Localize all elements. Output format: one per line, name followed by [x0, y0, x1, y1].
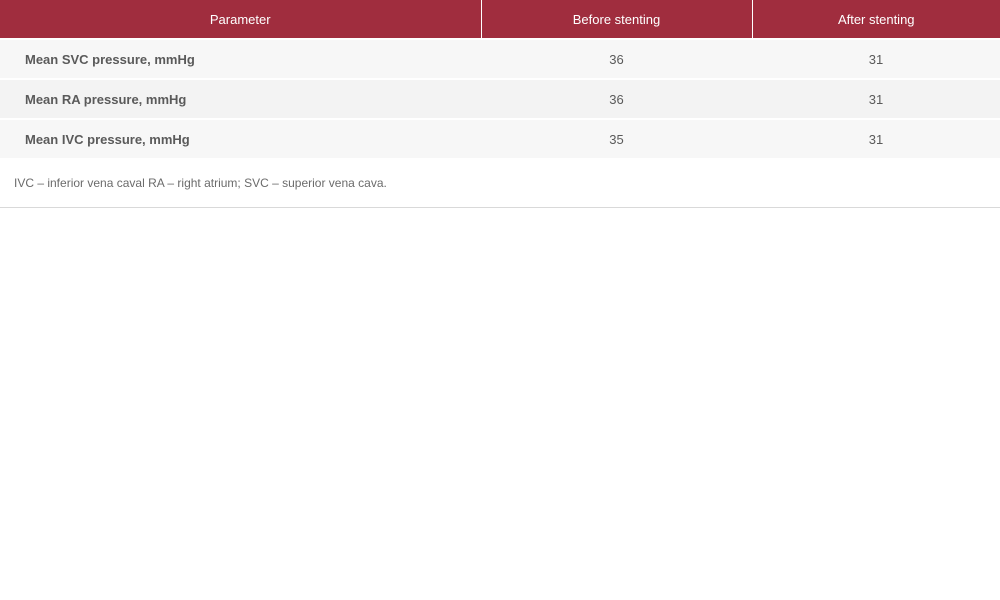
header-after-stenting: After stenting [752, 0, 1000, 39]
table-row: Mean SVC pressure, mmHg 36 31 [0, 38, 1000, 79]
table-footnote: IVC – inferior vena caval RA – right atr… [0, 158, 1000, 208]
row-after-value: 31 [752, 118, 1000, 158]
row-parameter: Mean RA pressure, mmHg [0, 78, 481, 119]
header-row: Parameter Before stenting After stenting [0, 0, 1000, 39]
table-header: Parameter Before stenting After stenting [0, 0, 1000, 39]
row-before-value: 36 [481, 78, 752, 119]
table-row: Mean IVC pressure, mmHg 35 31 [0, 118, 1000, 158]
header-parameter: Parameter [0, 0, 482, 39]
table-row: Mean RA pressure, mmHg 36 31 [0, 78, 1000, 119]
pressure-table: Parameter Before stenting After stenting… [0, 0, 1000, 158]
row-parameter: Mean IVC pressure, mmHg [0, 118, 481, 158]
row-after-value: 31 [752, 78, 1000, 119]
data-table-container: Parameter Before stenting After stenting… [0, 0, 1000, 208]
header-before-stenting: Before stenting [481, 0, 753, 39]
row-after-value: 31 [752, 38, 1000, 79]
table-body: Mean SVC pressure, mmHg 36 31 Mean RA pr… [0, 38, 1000, 158]
row-before-value: 36 [481, 38, 752, 79]
row-before-value: 35 [481, 118, 752, 158]
row-parameter: Mean SVC pressure, mmHg [0, 38, 481, 79]
